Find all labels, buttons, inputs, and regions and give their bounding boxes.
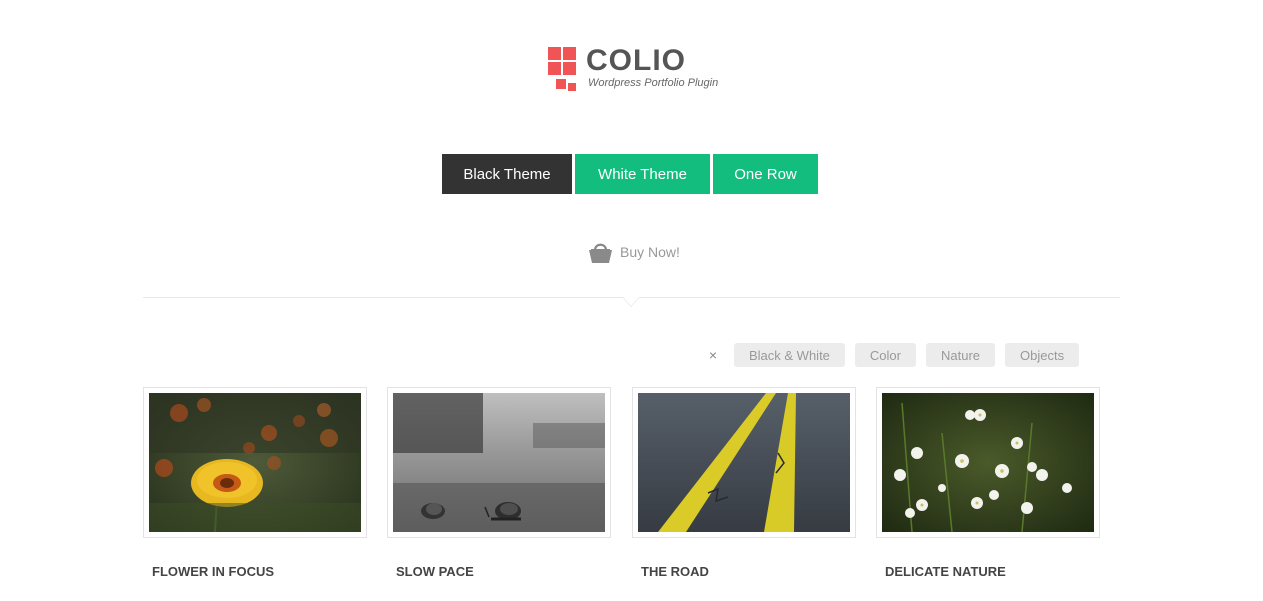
filter-objects[interactable]: Objects [1005, 343, 1080, 367]
black-theme-button[interactable]: Black Theme [442, 154, 572, 194]
portfolio-thumbnail[interactable] [387, 387, 611, 538]
portfolio-thumbnail[interactable] [143, 387, 367, 538]
filter-nature[interactable]: Nature [926, 343, 996, 367]
portfolio-item-title[interactable]: DELICATE NATURE [876, 564, 1100, 579]
divider-notch-inner [623, 297, 639, 306]
portfolio-item-title[interactable]: THE ROAD [632, 564, 856, 579]
filter-black-white[interactable]: Black & White [734, 343, 845, 367]
buy-now-link[interactable]: Buy Now! [588, 239, 680, 265]
portfolio-item: FLOWER IN FOCUS [143, 387, 367, 579]
yellow-flower-photo [149, 393, 361, 532]
theme-switcher: Black Theme White Theme One Row [442, 154, 818, 194]
logo[interactable]: COLIO Wordpress Portfolio Plugin [548, 44, 748, 95]
logo-grid-icon [548, 47, 578, 93]
road-lines-photo [638, 393, 850, 532]
logo-subtitle: Wordpress Portfolio Plugin [588, 77, 719, 89]
filter-bar: × Black & White Color Nature Objects [704, 343, 1089, 367]
portfolio-item: THE ROAD [632, 387, 856, 579]
portfolio-item: SLOW PACE [387, 387, 611, 579]
portfolio-grid: FLOWER IN FOCUS SLOW PACE THE ROAD DELIC… [143, 387, 1103, 587]
portfolio-thumbnail[interactable] [876, 387, 1100, 538]
filter-color[interactable]: Color [854, 343, 916, 367]
portfolio-item-title[interactable]: SLOW PACE [387, 564, 611, 579]
one-row-button[interactable]: One Row [713, 154, 818, 194]
portfolio-item-title[interactable]: FLOWER IN FOCUS [143, 564, 367, 579]
portfolio-thumbnail[interactable] [632, 387, 856, 538]
white-flowers-photo [882, 393, 1094, 532]
clear-filter-close-icon[interactable]: × [704, 343, 722, 367]
portfolio-item: DELICATE NATURE [876, 387, 1100, 579]
buy-now-label: Buy Now! [620, 244, 680, 260]
logo-title: COLIO [586, 44, 686, 77]
white-theme-button[interactable]: White Theme [575, 154, 710, 194]
shopping-basket-icon [589, 243, 612, 263]
snails-bw-photo [393, 393, 605, 532]
